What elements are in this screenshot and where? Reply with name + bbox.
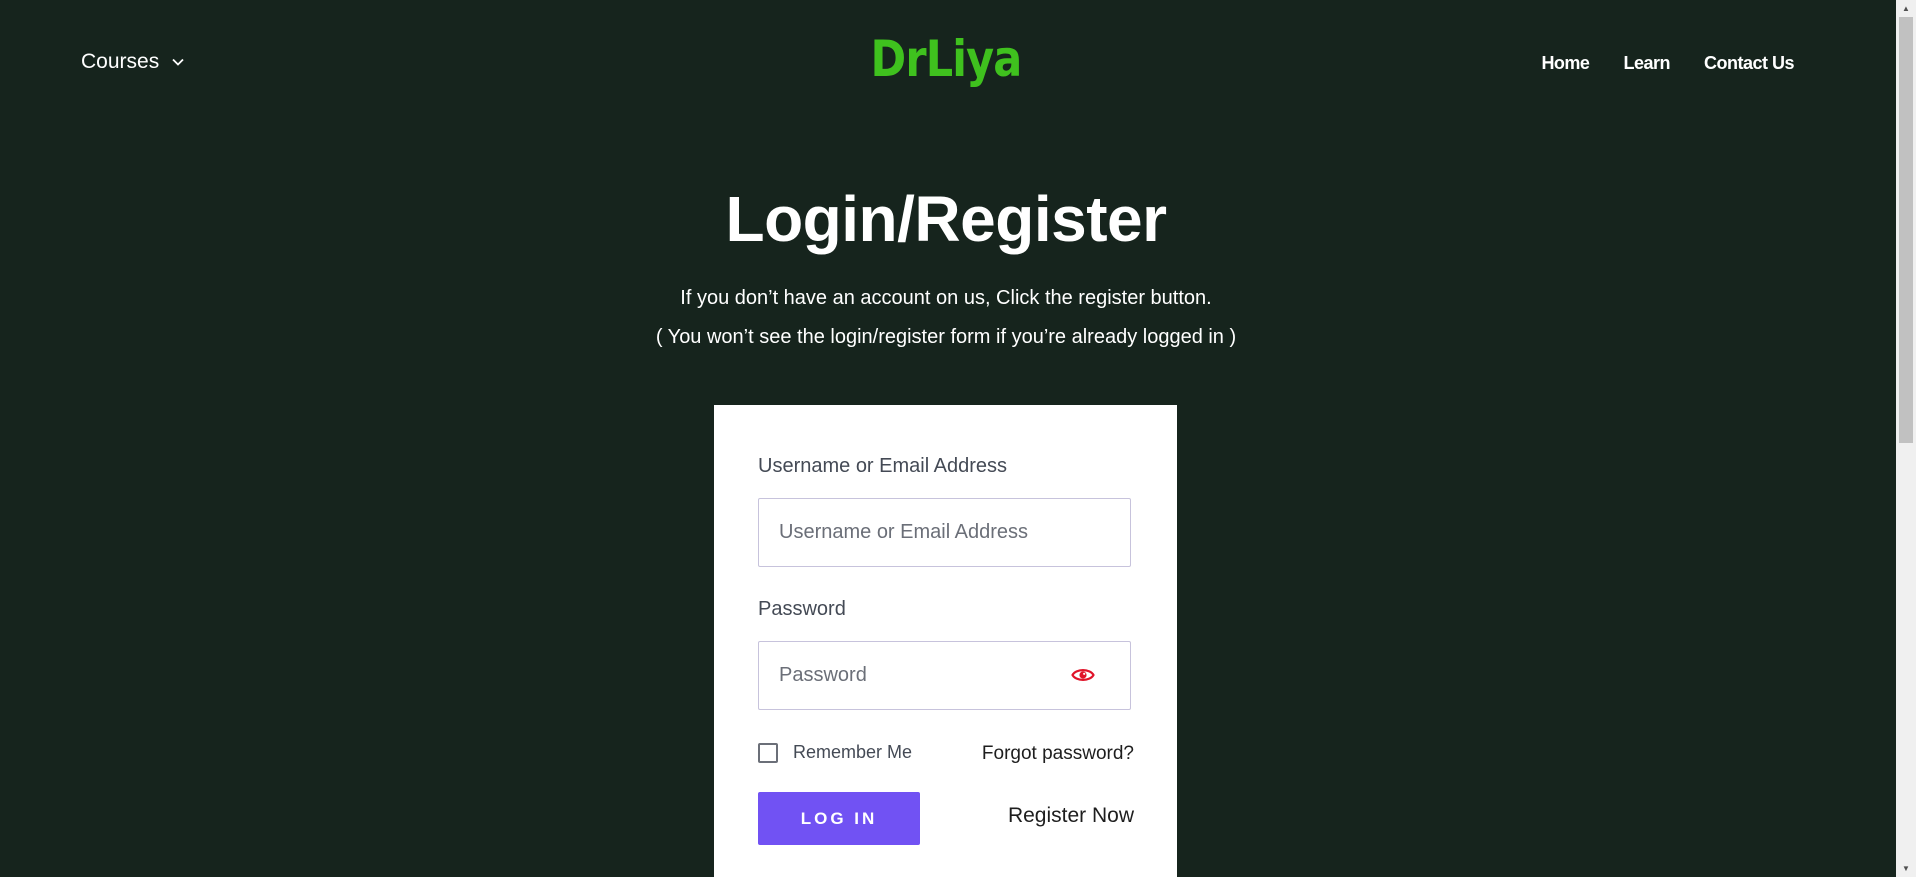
nav-home[interactable]: Home: [1541, 53, 1590, 74]
site-logo[interactable]: DrLiya: [132, 30, 1759, 88]
remember-me-checkbox[interactable]: [758, 742, 778, 763]
username-input[interactable]: [758, 498, 1131, 567]
forgot-password-link[interactable]: Forgot password?: [982, 743, 1134, 765]
username-label: Username or Email Address: [758, 455, 1007, 477]
login-form: Username or Email Address Password Remem…: [714, 405, 1177, 877]
page-subtitle-line-1: If you don’t have an account on us, Clic…: [680, 287, 1212, 309]
scroll-down-arrow-icon[interactable]: ▼: [1896, 860, 1916, 877]
vertical-scrollbar[interactable]: ▲ ▼: [1896, 0, 1916, 877]
eye-icon[interactable]: [1071, 666, 1095, 684]
page: Courses DrLiya Home Learn Contact Us Log…: [0, 0, 1916, 877]
nav-contact-us[interactable]: Contact Us: [1704, 53, 1795, 74]
page-subtitle-line-2: ( You won’t see the login/register form …: [655, 326, 1237, 348]
scroll-up-arrow-icon[interactable]: ▲: [1896, 0, 1916, 17]
remember-me[interactable]: Remember Me: [758, 742, 912, 763]
scrollbar-thumb[interactable]: [1899, 17, 1913, 443]
site-header: Courses DrLiya Home Learn Contact Us: [0, 0, 1896, 130]
remember-me-label: Remember Me: [793, 742, 913, 762]
password-label: Password: [758, 598, 846, 620]
register-now-link[interactable]: Register Now: [1008, 804, 1134, 828]
page-title: Login/Register: [725, 183, 1167, 255]
nav-learn[interactable]: Learn: [1623, 53, 1670, 74]
main-nav: Home Learn Contact Us: [1541, 53, 1794, 74]
login-button[interactable]: LOG IN: [758, 792, 920, 845]
